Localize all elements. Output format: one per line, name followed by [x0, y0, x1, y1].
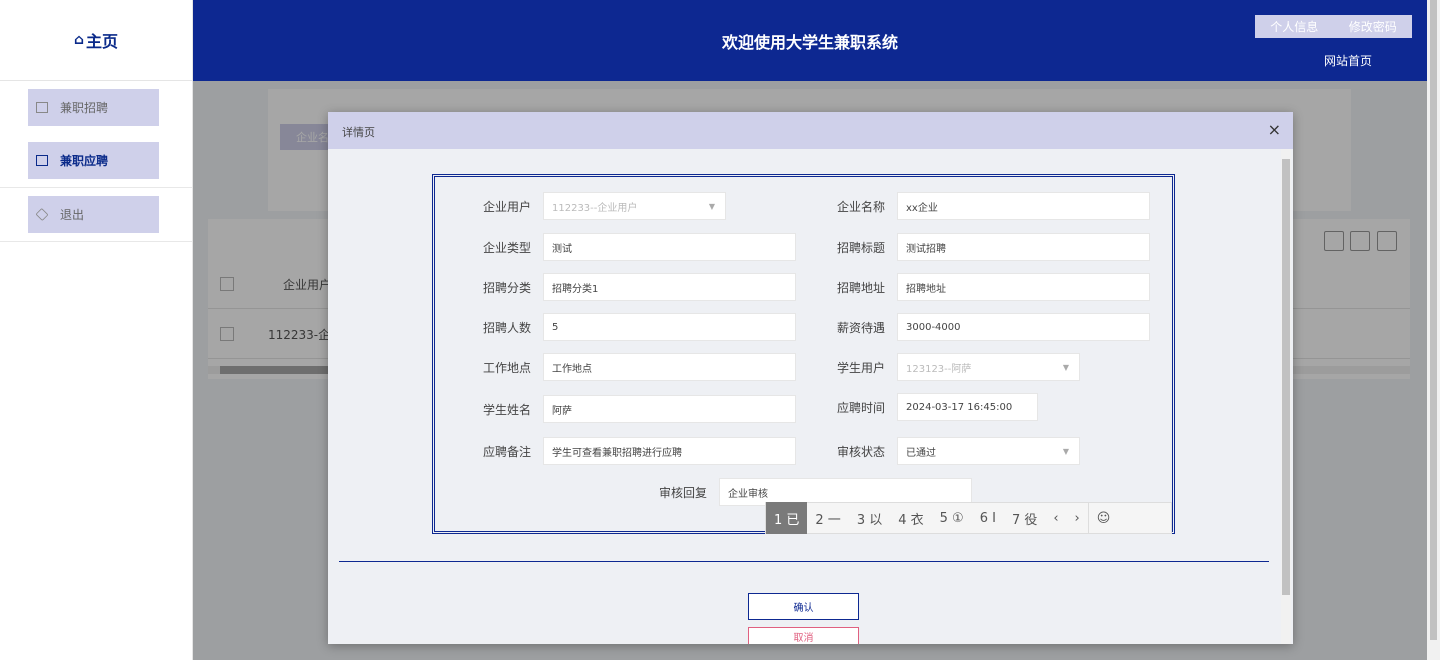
- student-name-input[interactable]: 阿萨: [543, 395, 796, 423]
- modal-header: 详情页 ×: [328, 112, 1293, 149]
- personal-info-button[interactable]: 个人信息: [1270, 18, 1318, 35]
- home-icon: ⌂: [73, 32, 84, 48]
- apply-note-field: 应聘备注 学生可查看兼职招聘进行应聘: [455, 437, 796, 465]
- page-title: 欢迎使用大学生兼职系统: [721, 33, 898, 52]
- work-place-field: 工作地点 工作地点: [455, 353, 796, 381]
- student-name-field: 学生姓名 阿萨: [455, 395, 796, 423]
- field-label: 学生姓名: [482, 402, 531, 417]
- layers-icon: [35, 207, 49, 222]
- field-label: 企业类型: [482, 240, 531, 255]
- apply-time-input[interactable]: 2024-03-17 16:45:00: [897, 393, 1038, 421]
- field-label: 招聘地址: [836, 280, 885, 295]
- ime-candidate[interactable]: 7 役: [1004, 502, 1045, 534]
- ime-candidate[interactable]: 3 以: [849, 502, 890, 534]
- close-icon[interactable]: ×: [1268, 120, 1281, 139]
- menu-group-main: 兼职招聘 兼职应聘: [0, 81, 192, 188]
- detail-form: 企业用户 112233--企业用户 ▼ 企业名称 xx企业 企业类型 测试 招聘标…: [432, 174, 1175, 534]
- confirm-button[interactable]: 确认: [748, 593, 859, 620]
- field-label: 招聘标题: [836, 240, 885, 255]
- enterprise-type-field: 企业类型 测试: [455, 233, 796, 261]
- enterprise-name-field: 企业名称 xx企业: [809, 192, 1150, 220]
- student-user-field: 学生用户 123123--阿萨 ▼: [809, 353, 1080, 381]
- sidebar-item-part-time-apply[interactable]: 兼职应聘: [28, 142, 159, 179]
- ime-prev-icon[interactable]: ‹: [1045, 502, 1066, 534]
- sidebar: ⌂ 主页 兼职招聘 兼职应聘 退出: [0, 0, 193, 660]
- field-label: 招聘人数: [482, 320, 531, 335]
- sidebar-item-label: 退出: [60, 208, 85, 222]
- student-user-select[interactable]: 123123--阿萨 ▼: [897, 353, 1080, 381]
- field-label: 应聘时间: [836, 400, 885, 415]
- field-label: 企业名称: [836, 199, 885, 214]
- enterprise-name-input[interactable]: xx企业: [897, 192, 1150, 220]
- page-scrollbar[interactable]: [1427, 0, 1440, 660]
- cancel-button[interactable]: 取消: [748, 627, 859, 644]
- review-status-select[interactable]: 已通过 ▼: [897, 437, 1080, 465]
- change-password-button[interactable]: 修改密码: [1349, 18, 1397, 35]
- recruit-category-input[interactable]: 招聘分类1: [543, 273, 796, 301]
- ime-candidate[interactable]: 1 已: [766, 502, 808, 534]
- ime-emoji-icon[interactable]: ☺: [1087, 502, 1119, 534]
- field-label: 学生用户: [836, 360, 885, 375]
- apply-time-field: 应聘时间 2024-03-17 16:45:00: [809, 393, 1038, 421]
- chevron-down-icon: ▼: [1062, 362, 1069, 372]
- modal-title: 详情页: [342, 126, 375, 139]
- salary-field: 薪资待遇 3000-4000: [809, 313, 1150, 341]
- list-icon: [36, 102, 48, 113]
- recruit-title-field: 招聘标题 测试招聘: [809, 233, 1150, 261]
- brand-home[interactable]: ⌂ 主页: [0, 0, 192, 81]
- ime-candidate-bar: 1 已 2 一 3 以 4 衣 5 ① 6 I 7 役 ‹ › ☺: [765, 502, 1172, 534]
- enterprise-user-field: 企业用户 112233--企业用户 ▼: [455, 192, 726, 220]
- ime-candidate[interactable]: 2 一: [807, 502, 848, 534]
- field-label: 招聘分类: [482, 280, 531, 295]
- sidebar-item-logout[interactable]: 退出: [28, 196, 159, 233]
- ime-next-icon[interactable]: ›: [1067, 502, 1088, 534]
- sidebar-item-label: 兼职应聘: [60, 154, 109, 168]
- enterprise-type-input[interactable]: 测试: [543, 233, 796, 261]
- top-header: 欢迎使用大学生兼职系统 个人信息 修改密码 网站首页: [193, 0, 1427, 81]
- recruit-title-input[interactable]: 测试招聘: [897, 233, 1150, 261]
- field-label: 审核状态: [836, 444, 885, 459]
- sidebar-item-label: 兼职招聘: [60, 101, 109, 115]
- menu-group-exit: 退出: [0, 188, 192, 242]
- chevron-down-icon: ▼: [708, 201, 715, 211]
- review-status-field: 审核状态 已通过 ▼: [809, 437, 1080, 465]
- list-icon: [36, 155, 48, 166]
- detail-modal: 详情页 × 企业用户 112233--企业用户 ▼ 企业名称 xx企业 企业类型 …: [328, 112, 1293, 644]
- brand-label: 主页: [86, 32, 119, 51]
- field-label: 工作地点: [482, 360, 531, 375]
- ime-candidate[interactable]: 6 I: [972, 502, 1004, 534]
- enterprise-user-select[interactable]: 112233--企业用户 ▼: [543, 192, 726, 220]
- work-place-input[interactable]: 工作地点: [543, 353, 796, 381]
- sidebar-item-part-time-recruit[interactable]: 兼职招聘: [28, 89, 159, 126]
- form-divider: [339, 561, 1269, 562]
- header-user-buttons: 个人信息 修改密码: [1255, 15, 1412, 38]
- apply-note-input[interactable]: 学生可查看兼职招聘进行应聘: [543, 437, 796, 465]
- ime-candidate[interactable]: 4 衣: [890, 502, 931, 534]
- modal-scrollbar[interactable]: [1281, 149, 1291, 644]
- salary-input[interactable]: 3000-4000: [897, 313, 1150, 341]
- field-label: 审核回复: [658, 485, 707, 500]
- recruit-address-field: 招聘地址 招聘地址: [809, 273, 1150, 301]
- chevron-down-icon: ▼: [1062, 446, 1069, 456]
- recruit-address-input[interactable]: 招聘地址: [897, 273, 1150, 301]
- recruit-category-field: 招聘分类 招聘分类1: [455, 273, 796, 301]
- field-label: 薪资待遇: [836, 320, 885, 335]
- ime-candidate[interactable]: 5 ①: [932, 502, 972, 534]
- site-home-link[interactable]: 网站首页: [1324, 52, 1372, 69]
- field-label: 企业用户: [482, 199, 531, 214]
- recruit-count-field: 招聘人数 5: [455, 313, 796, 341]
- field-label: 应聘备注: [482, 444, 531, 459]
- recruit-count-input[interactable]: 5: [543, 313, 796, 341]
